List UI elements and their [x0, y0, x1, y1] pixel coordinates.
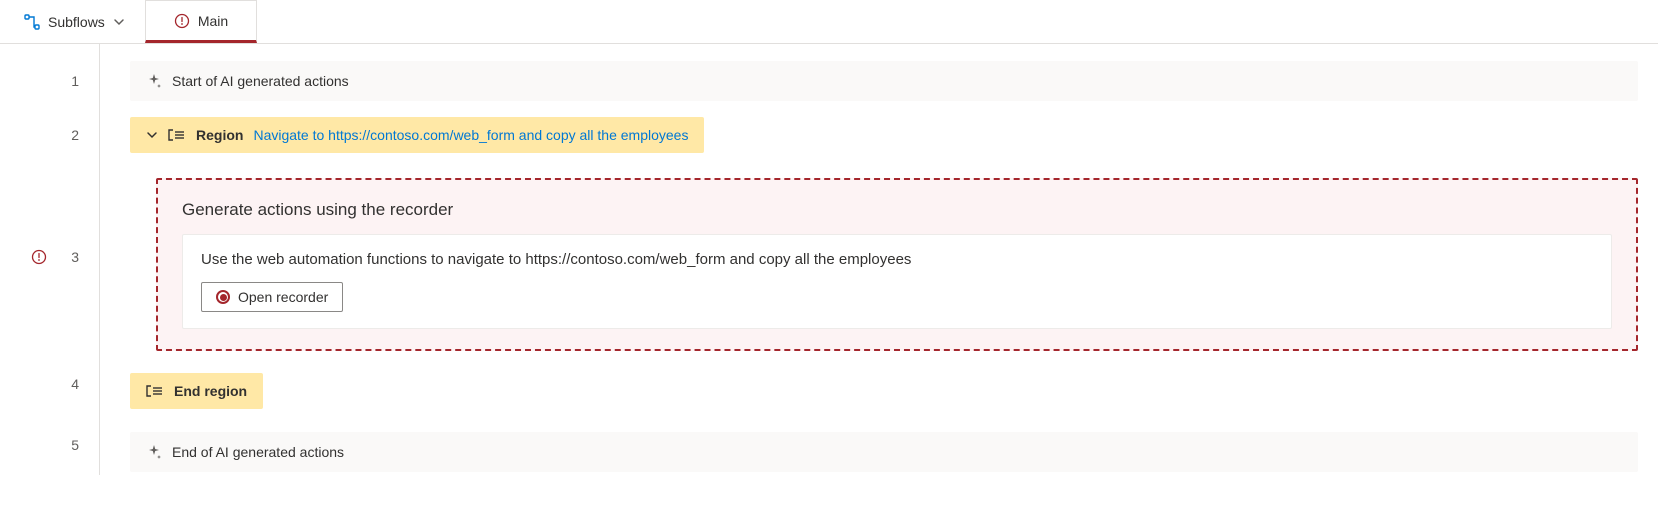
tab-main-label: Main [198, 13, 228, 29]
region-description-link[interactable]: Navigate to https://contoso.com/web_form… [253, 127, 688, 143]
open-recorder-label: Open recorder [238, 289, 328, 305]
open-recorder-button[interactable]: Open recorder [201, 282, 343, 312]
chevron-down-icon [113, 16, 125, 28]
start-ai-label: Start of AI generated actions [172, 73, 349, 89]
region-icon [146, 384, 164, 398]
sparkle-icon [146, 73, 162, 89]
editor-content: 1 2 3 4 5 Start of AI generated actions [0, 44, 1658, 475]
region-end[interactable]: End region [130, 373, 263, 409]
tab-main[interactable]: Main [145, 0, 257, 43]
placeholder-title: Generate actions using the recorder [182, 200, 1612, 220]
end-ai-label: End of AI generated actions [172, 444, 344, 460]
placeholder-inner: Use the web automation functions to navi… [182, 234, 1612, 329]
error-icon [174, 13, 190, 29]
region-header[interactable]: Region Navigate to https://contoso.com/w… [130, 117, 704, 153]
line-number: 5 [0, 422, 99, 468]
line-number: 4 [0, 360, 99, 408]
subflows-dropdown[interactable]: Subflows [12, 0, 137, 43]
line-number: 2 [0, 112, 99, 158]
record-icon [216, 290, 230, 304]
tab-bar: Subflows Main [0, 0, 1658, 44]
flow-actions-area: Start of AI generated actions Region Nav… [100, 44, 1658, 475]
region-title: Region [196, 127, 243, 143]
subflows-label: Subflows [48, 14, 105, 30]
end-ai-block[interactable]: End of AI generated actions [130, 432, 1638, 472]
start-ai-block[interactable]: Start of AI generated actions [130, 61, 1638, 101]
placeholder-description: Use the web automation functions to navi… [201, 251, 1593, 268]
chevron-down-icon [146, 129, 158, 141]
line-number: 3 [0, 158, 99, 356]
region-end-label: End region [174, 383, 247, 399]
recorder-placeholder: Generate actions using the recorder Use … [156, 178, 1638, 351]
error-icon [31, 249, 47, 265]
line-gutter: 1 2 3 4 5 [0, 44, 100, 475]
line-number: 1 [0, 58, 99, 104]
flow-icon [24, 14, 40, 30]
region-icon [168, 128, 186, 142]
sparkle-icon [146, 444, 162, 460]
